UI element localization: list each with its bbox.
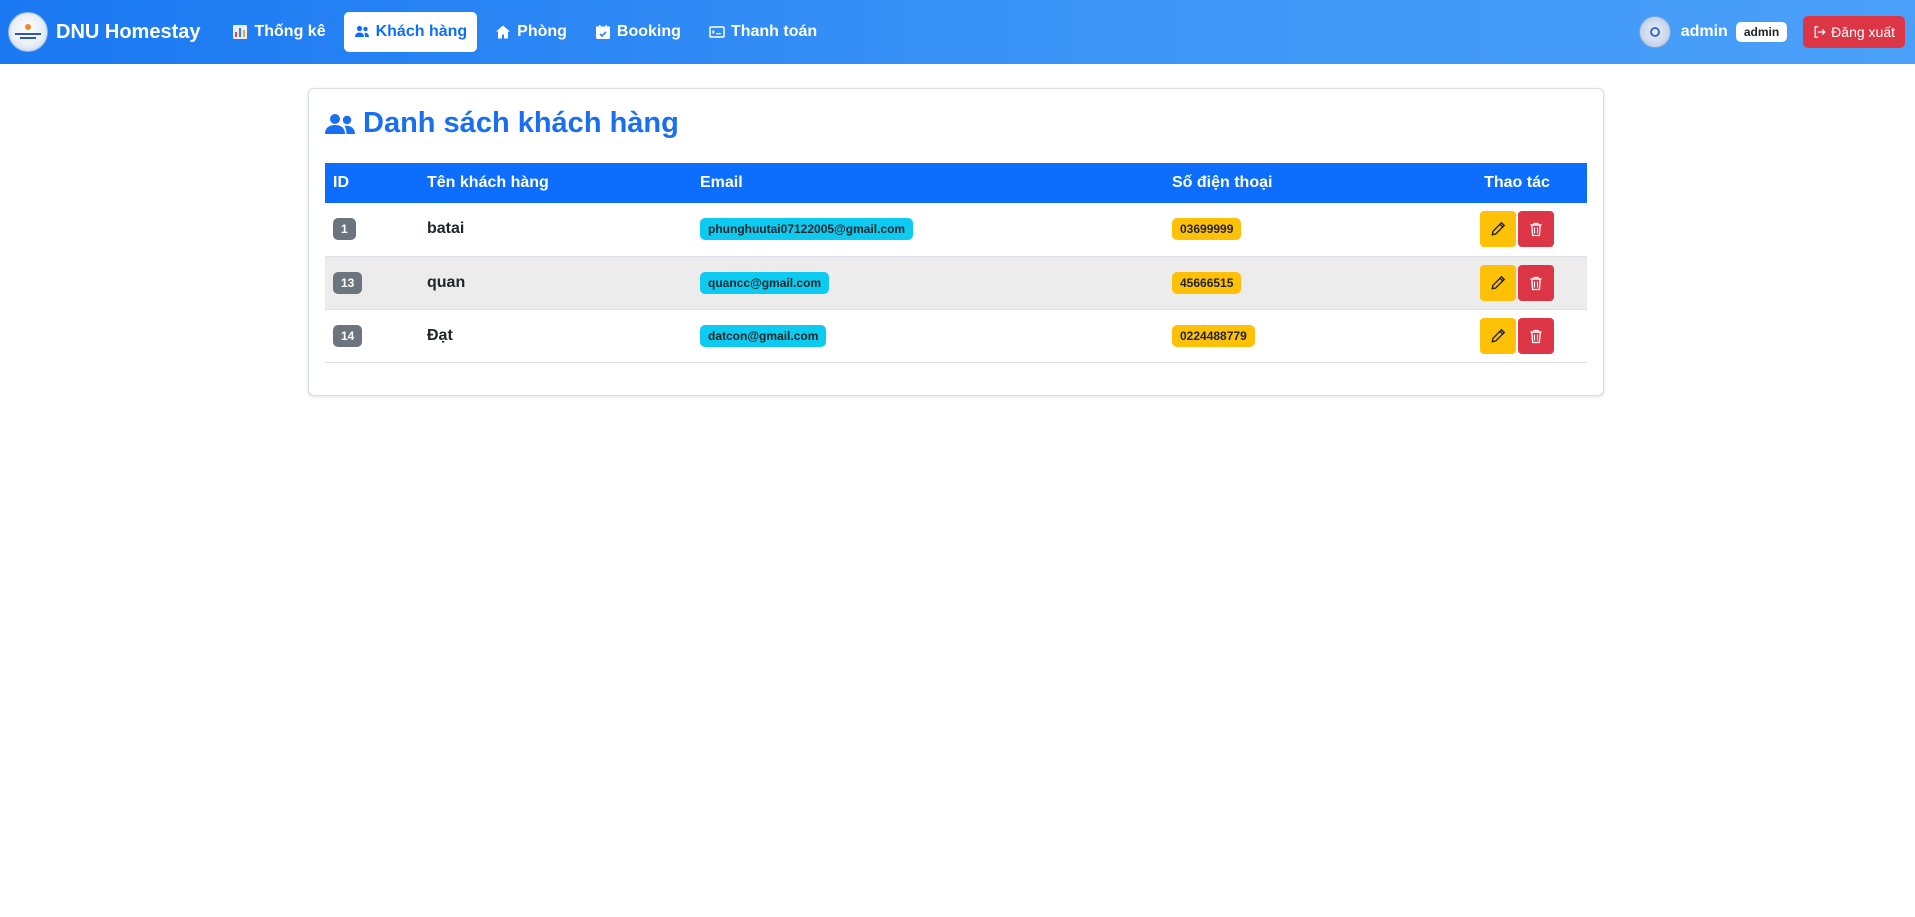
delete-button[interactable] (1518, 211, 1554, 248)
trash-icon (1530, 329, 1542, 343)
brand-logo (8, 12, 48, 52)
avatar[interactable] (1638, 16, 1671, 48)
customer-name: quan (427, 273, 466, 291)
customer-name: Đạt (427, 326, 453, 344)
calendar-icon (595, 25, 610, 39)
table-row: 1 batai phunghuutai07122005@gmail.com 03… (325, 203, 1587, 256)
nav-label: Khách hàng (375, 23, 468, 40)
id-badge: 1 (333, 218, 356, 241)
role-badge: admin (1735, 22, 1788, 42)
row-actions (1447, 203, 1587, 256)
edit-button[interactable] (1480, 211, 1516, 248)
nav-item-thanh-toan[interactable]: Thanh toán (699, 12, 827, 52)
row-actions (1447, 309, 1587, 362)
table-row: 14 Đạt datcon@gmail.com 0224488779 (325, 309, 1587, 362)
main-nav: Thống kê Khách hàng Phòng Booking Thanh … (222, 12, 835, 52)
header-phone: Số điện thoại (1172, 174, 1273, 191)
table-header-row: ID Tên khách hàng Email Số điện thoại Th… (325, 163, 1587, 203)
phone-badge: 03699999 (1172, 218, 1242, 241)
brand[interactable]: DNU Homestay (8, 12, 200, 52)
chart-icon (233, 25, 248, 39)
nav-item-phong[interactable]: Phòng (485, 12, 577, 52)
pencil-icon (1491, 275, 1506, 290)
edit-button[interactable] (1480, 317, 1516, 354)
customer-list-card: Danh sách khách hàng ID Tên khách hàng E… (308, 88, 1604, 396)
user-area: admin admin Đăng xuất (1638, 16, 1905, 48)
header-id: ID (333, 174, 349, 191)
logout-button[interactable]: Đăng xuất (1803, 16, 1905, 48)
header-email: Email (700, 174, 743, 191)
customer-table: ID Tên khách hàng Email Số điện thoại Th… (325, 163, 1587, 363)
header-actions: Thao tác (1484, 174, 1550, 191)
page-title-text: Danh sách khách hàng (363, 107, 679, 139)
nav-label: Booking (616, 23, 681, 40)
user-name: admin (1680, 23, 1728, 40)
id-badge: 13 (333, 271, 363, 294)
nav-item-booking[interactable]: Booking (585, 12, 691, 52)
nav-label: Phòng (517, 23, 567, 40)
row-actions (1447, 256, 1587, 309)
table-row: 13 quan quancc@gmail.com 45666515 (325, 256, 1587, 309)
edit-button[interactable] (1480, 264, 1516, 301)
logout-icon (1814, 26, 1826, 38)
nav-label: Thanh toán (730, 23, 818, 40)
customer-name: batai (427, 220, 465, 238)
brand-name: DNU Homestay (56, 20, 201, 43)
payment-icon (709, 26, 725, 38)
email-badge: quancc@gmail.com (700, 271, 830, 294)
delete-button[interactable] (1518, 264, 1554, 301)
nav-label: Thống kê (254, 23, 326, 40)
users-icon (354, 25, 369, 37)
email-badge: datcon@gmail.com (700, 324, 827, 347)
delete-button[interactable] (1518, 317, 1554, 354)
logout-label: Đăng xuất (1831, 24, 1895, 40)
id-badge: 14 (333, 324, 363, 347)
pencil-icon (1491, 328, 1506, 343)
header-name: Tên khách hàng (427, 174, 549, 191)
top-navbar: DNU Homestay Thống kê Khách hàng Phòng B… (0, 0, 1915, 64)
pencil-icon (1491, 222, 1506, 236)
email-badge: phunghuutai07122005@gmail.com (700, 218, 914, 241)
trash-icon (1530, 223, 1542, 237)
page-title: Danh sách khách hàng (325, 107, 679, 140)
phone-badge: 0224488779 (1172, 324, 1255, 347)
home-icon (496, 25, 511, 39)
phone-badge: 45666515 (1172, 271, 1242, 294)
nav-item-khach-hang[interactable]: Khách hàng (343, 12, 478, 52)
trash-icon (1530, 276, 1542, 290)
users-icon (325, 113, 355, 134)
nav-item-thong-ke[interactable]: Thống kê (222, 12, 335, 52)
